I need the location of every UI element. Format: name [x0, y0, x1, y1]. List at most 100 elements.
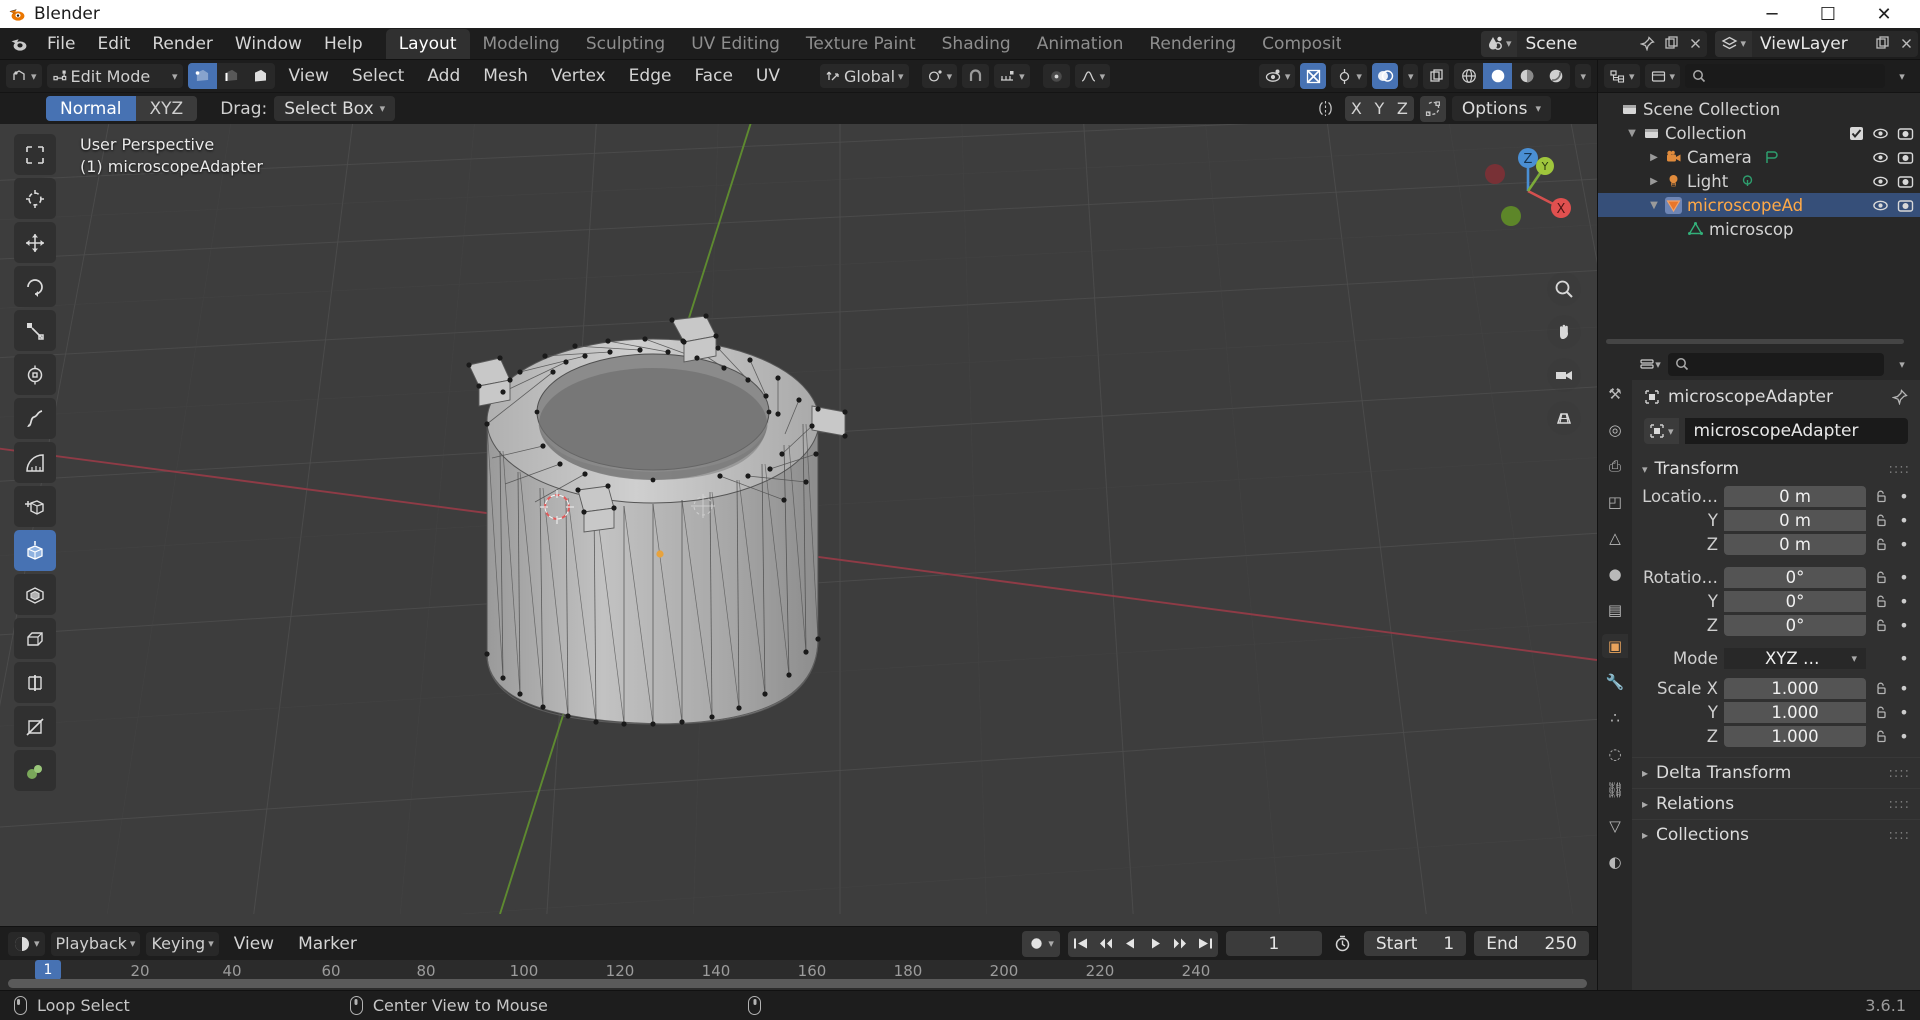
menu-uv[interactable]: UV [747, 63, 789, 89]
animate-property-dot[interactable]: • [1896, 727, 1912, 746]
animate-property-dot[interactable]: • [1896, 616, 1912, 635]
particles-tab[interactable]: ∴ [1602, 706, 1628, 730]
tab-uv-editing[interactable]: UV Editing [678, 29, 793, 59]
view-layer-name-field[interactable]: ViewLayer [1752, 34, 1870, 54]
loop-cut-tool[interactable] [14, 662, 56, 703]
menu-render[interactable]: Render [141, 31, 224, 57]
timeline-scrollbar[interactable] [8, 979, 1587, 988]
outliner-row[interactable]: ▶ Light [1598, 169, 1920, 193]
lock-icon[interactable] [1872, 594, 1890, 609]
minimize-button[interactable]: ─ [1744, 0, 1800, 28]
exclude-checkbox[interactable] [1849, 126, 1864, 141]
scene-tab[interactable]: △ [1602, 526, 1628, 550]
jump-end-button[interactable] [1193, 931, 1218, 957]
outliner-row[interactable]: microscop [1598, 217, 1920, 241]
expand-triangle-icon[interactable]: ▶ [1648, 152, 1660, 163]
timeline-view-menu[interactable]: View [225, 931, 283, 957]
mirror-x-button[interactable]: X [1345, 96, 1368, 121]
menu-add[interactable]: Add [418, 63, 469, 89]
scene-browse-icon[interactable]: ▾ [1480, 30, 1518, 57]
annotate-tool[interactable] [14, 398, 56, 439]
lock-icon[interactable] [1872, 570, 1890, 585]
bevel-tool[interactable] [14, 618, 56, 659]
visibility-selector[interactable]: ▾ [1258, 64, 1296, 88]
tab-animation[interactable]: Animation [1024, 29, 1137, 59]
lock-icon[interactable] [1872, 537, 1890, 552]
hide-in-viewport-icon[interactable] [1872, 150, 1889, 165]
lock-icon[interactable] [1872, 618, 1890, 633]
outliner-editor-type-icon[interactable]: ▾ [1604, 64, 1640, 88]
outliner-filter-icon[interactable]: ▾ [1890, 63, 1914, 89]
lock-icon[interactable] [1872, 489, 1890, 504]
menu-mesh[interactable]: Mesh [474, 63, 537, 89]
tab-rendering[interactable]: Rendering [1136, 29, 1249, 59]
rotation-mode-animate-dot[interactable]: • [1896, 649, 1912, 668]
tab-shading[interactable]: Shading [929, 29, 1024, 59]
lock-icon[interactable] [1872, 513, 1890, 528]
scene-delete-icon[interactable] [1683, 31, 1707, 57]
scale-tool[interactable] [14, 310, 56, 351]
current-frame-field[interactable]: 1 [1225, 931, 1322, 956]
timeline-editor-type-icon[interactable]: ▾ [8, 931, 45, 956]
animate-property-dot[interactable]: • [1896, 592, 1912, 611]
disable-in-renders-icon[interactable] [1897, 198, 1914, 213]
menu-file[interactable]: File [36, 31, 86, 57]
scene-new-icon[interactable] [1659, 31, 1683, 57]
drag-mode-selector[interactable]: Select Box ▾ [274, 96, 396, 121]
xray-toggle[interactable] [1300, 63, 1327, 89]
options-button[interactable]: Options ▾ [1451, 96, 1551, 121]
jump-start-button[interactable] [1068, 931, 1093, 957]
inset-faces-tool[interactable] [14, 574, 56, 615]
lock-icon[interactable] [1872, 681, 1890, 696]
overlays-toggle[interactable] [1371, 63, 1398, 89]
overlays-dropdown[interactable]: ▾ [1402, 64, 1419, 88]
toggle-perspective-icon[interactable] [1547, 401, 1581, 435]
view-layer-selector[interactable]: ▾ ViewLayer [1715, 30, 1918, 57]
gizmo-toggle[interactable]: ▾ [1331, 64, 1367, 88]
mirror-y-button[interactable]: Y [1368, 96, 1391, 121]
hide-in-viewport-icon[interactable] [1872, 126, 1889, 141]
panel-grip-icon[interactable]: :::: [1888, 828, 1910, 843]
playback-menu[interactable]: Playback ▾ [50, 931, 141, 956]
output-tab[interactable]: ⎙ [1602, 454, 1628, 478]
knife-tool[interactable] [14, 706, 56, 747]
outliner-row[interactable]: ▼ Collection [1598, 121, 1920, 145]
animate-property-dot[interactable]: • [1896, 487, 1912, 506]
properties-search-input[interactable] [1668, 352, 1884, 376]
menu-select[interactable]: Select [343, 63, 413, 89]
view-layer-tab[interactable]: ◰ [1602, 490, 1628, 514]
editor-type-icon[interactable]: ▾ [6, 64, 42, 88]
play-button[interactable] [1143, 931, 1168, 957]
outliner-search-input[interactable] [1685, 64, 1885, 88]
timeline-track[interactable]: 20 40 60 80 100 120 140 160 180 200 220 240 1 [0, 960, 1597, 990]
outliner-scrollbar[interactable] [1606, 339, 1904, 344]
object-tab[interactable]: ▣ [1602, 634, 1628, 658]
transform-grip-icon[interactable]: :::: [1888, 462, 1910, 477]
mode-selector[interactable]: Edit Mode ▾ [46, 64, 183, 88]
scene-name-field[interactable]: Scene [1517, 34, 1635, 54]
transform-orientation-selector[interactable]: Global ▾ [820, 64, 909, 88]
outliner-display-mode[interactable]: ▾ [1644, 64, 1681, 88]
topology-mirror-button[interactable] [1419, 95, 1446, 122]
outliner-row[interactable]: ▼ microscopeAd [1598, 193, 1920, 217]
start-frame-field[interactable]: Start 1 [1363, 931, 1467, 956]
scene-selector[interactable]: ▾ Scene [1480, 30, 1708, 57]
pan-hand-icon[interactable] [1547, 315, 1581, 349]
menu-view[interactable]: View [280, 63, 338, 89]
menu-edit[interactable]: Edit [86, 31, 141, 57]
face-select-button[interactable] [246, 63, 275, 89]
modifier-tab[interactable]: 🔧 [1602, 670, 1628, 694]
menu-window[interactable]: Window [224, 31, 313, 57]
render-tab[interactable]: ◎ [1602, 418, 1628, 442]
vertex-select-button[interactable] [187, 63, 217, 89]
rotation-mode-selector[interactable]: XYZ … ▾ [1724, 647, 1866, 669]
measure-tool[interactable] [14, 442, 56, 483]
end-frame-field[interactable]: End 250 [1474, 931, 1589, 956]
toggle-xray-alt[interactable] [1423, 63, 1450, 89]
view-layer-new-icon[interactable] [1870, 31, 1894, 57]
collapsed-panel-relations[interactable]: ▸ Relations:::: [1632, 788, 1920, 819]
solid-shading-button[interactable] [1483, 63, 1513, 89]
snap-settings[interactable]: ▾ [994, 64, 1030, 88]
material-tab[interactable]: ◐ [1602, 850, 1628, 874]
play-reverse-button[interactable] [1118, 931, 1143, 957]
